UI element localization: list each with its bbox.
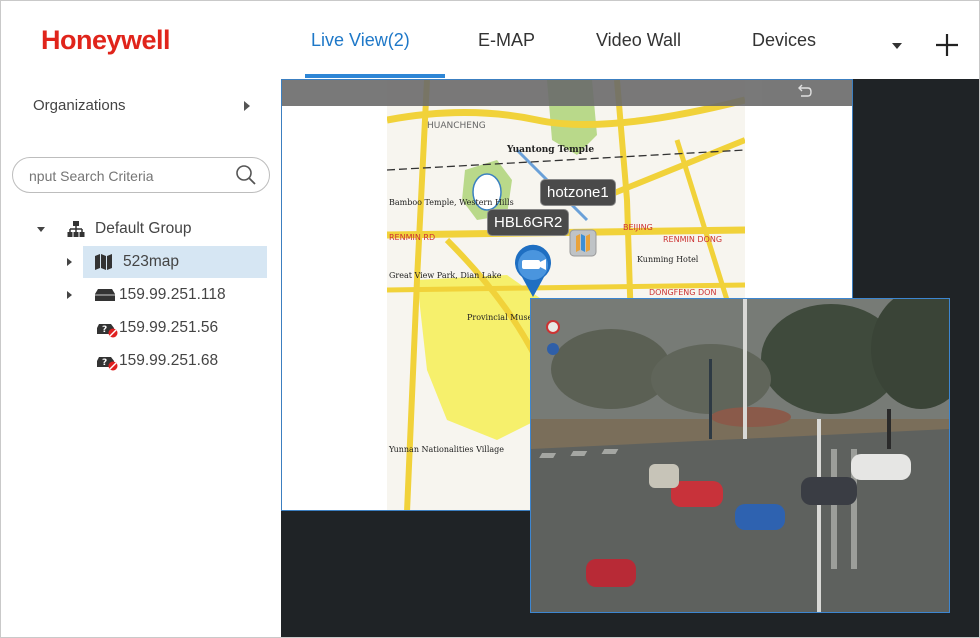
device-offline-icon: ? bbox=[97, 357, 118, 371]
map-label-tower: Yuantong Temple bbox=[506, 145, 594, 155]
tree-item-device-118[interactable]: 159.99.251.118 bbox=[67, 279, 267, 311]
svg-text:?: ? bbox=[102, 358, 107, 368]
map-label-renmin: RENMIN RD bbox=[389, 233, 435, 242]
organizations-label[interactable]: Organizations bbox=[33, 97, 126, 114]
hotzone-label[interactable]: hotzone1 bbox=[540, 179, 616, 206]
svg-text:?: ? bbox=[102, 325, 107, 335]
camera-label[interactable]: HBL6GR2 bbox=[487, 209, 570, 236]
tree-item-label: 159.99.251.56 bbox=[119, 319, 219, 336]
tree-item-device-56[interactable]: ? 159.99.251.56 bbox=[83, 312, 267, 344]
expand-toggle-icon[interactable] bbox=[67, 258, 72, 266]
active-tab-indicator bbox=[305, 74, 445, 78]
tab-devices[interactable]: Devices bbox=[752, 30, 816, 51]
chevron-down-icon[interactable] bbox=[892, 43, 902, 49]
tree-item-523map[interactable]: 523map bbox=[67, 246, 267, 278]
search-icon[interactable] bbox=[235, 164, 257, 186]
hotzone-map-icon[interactable] bbox=[568, 228, 598, 258]
search-box bbox=[12, 157, 270, 193]
app-window: Honeywell Live View(2) E-MAP Video Wall … bbox=[0, 0, 980, 638]
tab-live-view[interactable]: Live View(2) bbox=[311, 30, 410, 51]
chevron-right-icon[interactable] bbox=[244, 101, 250, 111]
map-label-kunming: Kunming Hotel bbox=[637, 255, 699, 264]
live-view-area: HUANCHENG Yuantong Temple Bamboo Temple,… bbox=[281, 79, 979, 637]
undo-icon[interactable] bbox=[795, 83, 813, 101]
tab-video-wall[interactable]: Video Wall bbox=[596, 30, 681, 51]
search-input[interactable] bbox=[27, 164, 231, 188]
map-label-yunnan: Yunnan Nationalities Village bbox=[388, 445, 504, 454]
camera-video-feed[interactable] bbox=[531, 299, 949, 612]
map-label-street: HUANCHENG bbox=[427, 121, 486, 131]
camera-video-popup[interactable] bbox=[530, 298, 950, 613]
map-toolbar bbox=[282, 80, 852, 106]
tree-item-label: 159.99.251.118 bbox=[119, 286, 226, 303]
tree-item-device-68[interactable]: ? 159.99.251.68 bbox=[83, 345, 267, 377]
tree-group-row[interactable]: Default Group bbox=[1, 213, 281, 245]
expand-toggle-icon[interactable] bbox=[67, 291, 72, 299]
honeywell-logo: Honeywell bbox=[41, 25, 171, 55]
tree-item-label: 523map bbox=[123, 253, 180, 270]
expand-toggle-icon[interactable] bbox=[37, 227, 45, 232]
nvr-device-icon bbox=[95, 289, 115, 301]
org-tree-icon bbox=[67, 221, 85, 237]
top-bar: Honeywell Live View(2) E-MAP Video Wall … bbox=[1, 1, 979, 79]
tab-e-map[interactable]: E-MAP bbox=[478, 30, 535, 51]
map-icon bbox=[95, 254, 112, 270]
map-label-dongfeng: DONGFENG DON bbox=[649, 288, 716, 297]
sidebar: Organizations Default Grou bbox=[1, 79, 281, 637]
camera-marker-icon[interactable] bbox=[510, 243, 556, 299]
map-label-renmin-dong: RENMIN DONG bbox=[663, 235, 722, 244]
map-label-great-view: Great View Park, Dian Lake bbox=[389, 271, 502, 280]
map-label-beijing: BEIJING bbox=[623, 223, 653, 232]
map-label-bamboo: Bamboo Temple, Western Hills bbox=[389, 198, 514, 207]
tree-item-label: 159.99.251.68 bbox=[119, 352, 219, 369]
tree-group-label: Default Group bbox=[95, 220, 192, 237]
device-offline-icon: ? bbox=[97, 324, 118, 338]
